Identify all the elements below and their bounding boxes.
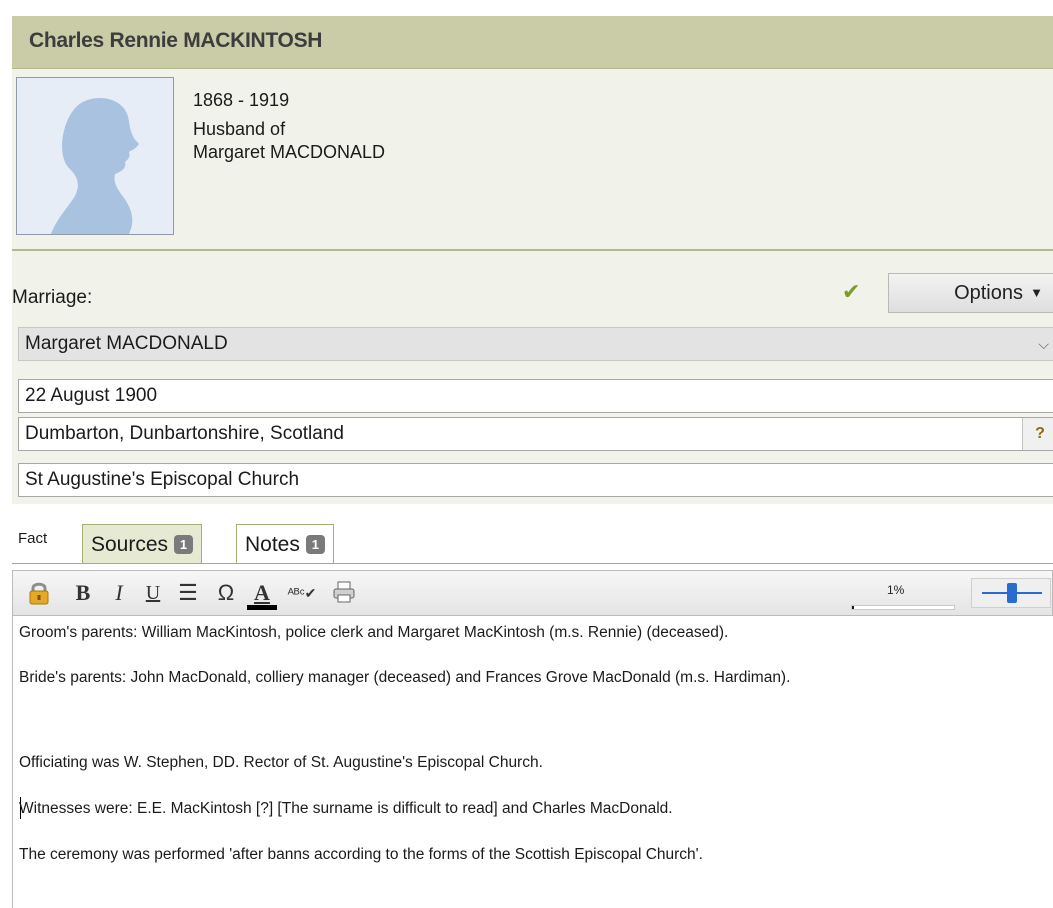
spell-check-icon[interactable]: ᴬᴮᶜ✔ xyxy=(285,579,319,607)
fact-type-label: Marriage: xyxy=(12,287,93,308)
description-value: St Augustine's Episcopal Church xyxy=(25,469,300,490)
person-info: 1868 - 1919 Husband of Margaret MACDONAL… xyxy=(193,89,385,164)
date-value: 22 August 1900 xyxy=(25,385,158,406)
place-value: Dumbarton, Dunbartonshire, Scotland xyxy=(25,423,344,444)
bold-button[interactable]: B xyxy=(71,579,95,607)
place-field[interactable]: Dumbarton, Dunbartonshire, Scotland ? xyxy=(18,417,1053,451)
bullet-list-icon[interactable]: ☰ xyxy=(175,579,201,607)
note-paragraph: Officiating was W. Stephen, DD. Rector o… xyxy=(19,754,543,771)
tab-notes-label: Notes xyxy=(245,533,300,556)
tab-sources-label: Sources xyxy=(91,533,169,556)
person-header: Charles Rennie MACKINTOSH xyxy=(12,16,1053,69)
silhouette-icon[interactable] xyxy=(16,77,174,235)
person-panel: 1868 - 1919 Husband of Margaret MACDONAL… xyxy=(12,69,1053,251)
chevron-down-icon: ▼ xyxy=(1030,285,1043,300)
zoom-progress xyxy=(851,605,955,610)
life-dates: 1868 - 1919 xyxy=(193,90,290,110)
italic-button[interactable]: I xyxy=(107,579,131,607)
notes-editor[interactable]: Groom's parents: William MacKintosh, pol… xyxy=(12,616,1053,908)
color-swatch xyxy=(247,605,277,610)
font-color-button[interactable]: A xyxy=(247,579,277,610)
notes-count-badge: 1 xyxy=(305,535,325,554)
printer-icon[interactable] xyxy=(329,579,359,607)
notes-toolbar: B I U ☰ Ω A ᴬᴮᶜ✔ 1% xyxy=(12,570,1053,616)
omega-icon[interactable]: Ω xyxy=(213,579,239,607)
fact-tabs: Fact Sources 1 Notes 1 xyxy=(12,524,1053,564)
sources-count-badge: 1 xyxy=(174,535,194,554)
date-field[interactable]: 22 August 1900 xyxy=(18,379,1053,413)
person-name: Charles Rennie MACKINTOSH xyxy=(29,29,323,52)
chevron-down-icon: ⌵ xyxy=(1038,336,1049,352)
spouse-select[interactable]: Margaret MACDONALD ⌵ xyxy=(18,327,1053,361)
relation-label: Husband of xyxy=(193,119,286,139)
tab-sources[interactable]: Sources 1 xyxy=(82,524,203,564)
options-button[interactable]: Options ▼ xyxy=(888,273,1053,313)
note-paragraph: Bride's parents: John MacDonald, collier… xyxy=(19,669,791,686)
note-paragraph: Witnesses were: E.E. MacKintosh [?] [The… xyxy=(19,800,673,817)
zoom-percent: 1% xyxy=(887,583,905,597)
tab-notes[interactable]: Notes 1 xyxy=(236,524,334,564)
options-label: Options xyxy=(954,282,1023,304)
globe-question-icon[interactable]: ? xyxy=(1022,418,1053,450)
checkmark-icon: ✔ xyxy=(842,279,861,304)
person-editor: Charles Rennie MACKINTOSH 1868 - 1919 Hu… xyxy=(0,0,1053,908)
lock-icon[interactable] xyxy=(23,579,55,607)
fact-editor: Marriage: ✔ Options ▼ Margaret MACDONALD… xyxy=(12,251,1053,504)
note-paragraph: Groom's parents: William MacKintosh, pol… xyxy=(19,624,729,641)
note-paragraph: The ceremony was performed 'after banns … xyxy=(19,846,703,863)
zoom-slider[interactable] xyxy=(971,578,1051,608)
underline-button[interactable]: U xyxy=(141,579,165,607)
spouse-name: Margaret MACDONALD xyxy=(193,142,386,162)
zoom-slider-thumb[interactable] xyxy=(1007,583,1017,603)
spouse-select-value: Margaret MACDONALD xyxy=(25,333,228,354)
zoom-progress-fill xyxy=(852,606,854,609)
description-field[interactable]: St Augustine's Episcopal Church xyxy=(18,463,1053,497)
tabs-divider xyxy=(12,563,1053,564)
tab-fact[interactable]: Fact xyxy=(18,530,47,547)
